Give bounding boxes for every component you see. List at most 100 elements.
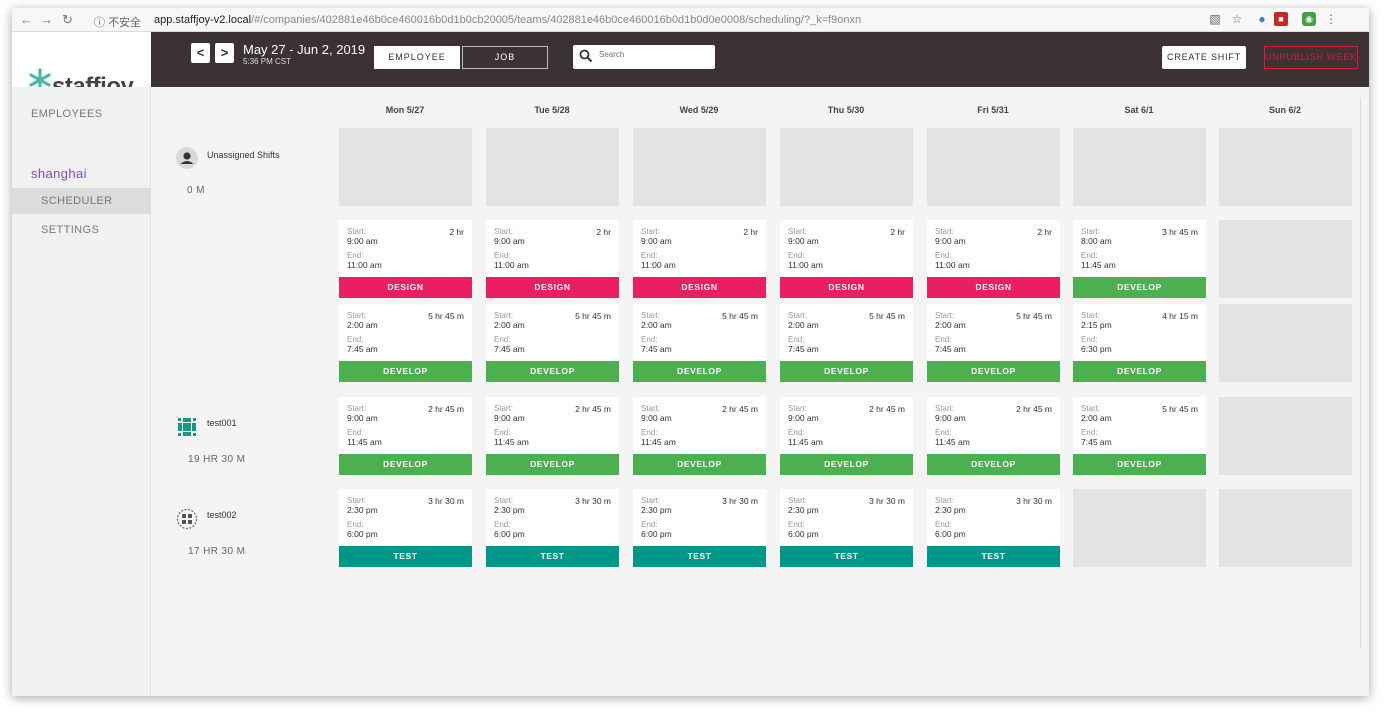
unpublish-week-button[interactable]: UNPUBLISH WEEK	[1264, 46, 1358, 69]
address-bar[interactable]: app.staffjoy-v2.local/#/companies/402881…	[154, 14, 861, 26]
shift-card[interactable]: Start: 9:00 am 2 hr 45 m End: 11:45 am DEVELO…	[633, 397, 766, 475]
sidebar-team-name[interactable]: shanghai	[12, 166, 151, 181]
start-time: 9:00 am	[347, 413, 378, 423]
shift-card[interactable]: Start: 2:00 am 5 hr 45 m End: 7:45 am DEVELOP	[927, 304, 1060, 382]
job-label: DEVELOP	[339, 361, 472, 382]
start-time: 2:00 am	[1081, 413, 1112, 423]
shift-card[interactable]: Start: 9:00 am 2 hr End: 11:00 am DESIGN	[780, 220, 913, 298]
sidebar-item-employees[interactable]: EMPLOYEES	[12, 108, 151, 120]
end-time: 7:45 am	[1081, 437, 1112, 447]
previous-week-button[interactable]: <	[191, 43, 210, 63]
logo-area[interactable]: staffjoy	[12, 32, 151, 100]
shift-card[interactable]: Start: 9:00 am 2 hr 45 m End: 11:45 am DEVELO…	[780, 397, 913, 475]
security-indicator[interactable]: ⓘ 不安全	[94, 14, 141, 30]
end-label: End:	[935, 428, 952, 437]
end-time: 6:00 pm	[788, 529, 819, 539]
shift-card[interactable]: Start: 2:30 pm 3 hr 30 m End: 6:00 pm TEST	[486, 489, 619, 567]
end-label: End:	[788, 428, 805, 437]
start-time: 8:00 am	[1081, 236, 1112, 246]
sidebar-item-scheduler[interactable]: SCHEDULER	[12, 188, 151, 214]
back-icon[interactable]: ←	[20, 12, 33, 27]
shift-card[interactable]: Start: 2:30 pm 3 hr 30 m End: 6:00 pm TEST	[633, 489, 766, 567]
job-label: DEVELOP	[339, 454, 472, 475]
start-time: 2:00 am	[347, 320, 378, 330]
shift-duration: 3 hr 30 m	[575, 496, 611, 506]
end-label: End:	[347, 520, 364, 529]
search-input[interactable]	[599, 50, 709, 59]
end-label: End:	[935, 520, 952, 529]
identicon-avatar	[176, 508, 198, 530]
shift-card[interactable]: Start: 2:30 pm 3 hr 30 m End: 6:00 pm TEST	[927, 489, 1060, 567]
reload-icon[interactable]: ↻	[62, 12, 73, 28]
extension-icon[interactable]: ◉	[1302, 12, 1316, 26]
end-label: End:	[494, 428, 511, 437]
translate-icon[interactable]: ▧	[1208, 12, 1222, 26]
shift-card[interactable]: Start: 9:00 am 2 hr End: 11:00 am DESIGN	[486, 220, 619, 298]
start-label: Start:	[935, 227, 955, 236]
start-time: 9:00 am	[347, 236, 378, 246]
end-label: End:	[347, 335, 364, 344]
start-label: Start:	[347, 404, 367, 413]
shift-card[interactable]: Start: 2:15 pm 4 hr 15 m End: 6:30 pm DEVELOP	[1073, 304, 1206, 382]
empty-shift-slot[interactable]	[1219, 489, 1352, 567]
empty-shift-slot[interactable]	[1219, 304, 1352, 382]
empty-shift-slot[interactable]	[339, 128, 472, 206]
menu-icon[interactable]: ⋮	[1324, 12, 1338, 26]
shift-card[interactable]: Start: 9:00 am 2 hr End: 11:00 am DESIGN	[339, 220, 472, 298]
shift-card[interactable]: Start: 2:00 am 5 hr 45 m End: 7:45 am DEVELOP	[339, 304, 472, 382]
shift-duration: 3 hr 30 m	[869, 496, 905, 506]
view-job-toggle[interactable]: JOB	[462, 46, 548, 69]
shift-duration: 3 hr 30 m	[1016, 496, 1052, 506]
start-time: 9:00 am	[641, 236, 672, 246]
empty-shift-slot[interactable]	[1073, 128, 1206, 206]
shift-card[interactable]: Start: 9:00 am 2 hr End: 11:00 am DESIGN	[927, 220, 1060, 298]
extension-icon[interactable]: ■	[1274, 12, 1288, 26]
empty-shift-slot[interactable]	[927, 128, 1060, 206]
bookmark-star-icon[interactable]: ☆	[1230, 12, 1244, 26]
shift-card[interactable]: Start: 2:00 am 5 hr 45 m End: 7:45 am DEVELOP	[633, 304, 766, 382]
shift-card[interactable]: Start: 2:00 am 5 hr 45 m End: 7:45 am DEVELOP	[1073, 397, 1206, 475]
extension-icon[interactable]: ●	[1255, 12, 1269, 26]
employee-hours: 17 HR 30 M	[188, 546, 246, 557]
scrollbar[interactable]	[1360, 98, 1361, 648]
default-avatar-icon	[176, 147, 198, 169]
shift-card[interactable]: Start: 2:30 pm 3 hr 30 m End: 6:00 pm TEST	[339, 489, 472, 567]
url-path: /#/companies/402881e46b0ce460016b0d1b0cb…	[251, 14, 862, 26]
start-time: 2:30 pm	[788, 505, 819, 515]
start-label: Start:	[935, 496, 955, 505]
search-box[interactable]	[573, 45, 715, 69]
end-time: 6:00 pm	[347, 529, 378, 539]
employee-hours: 19 HR 30 M	[188, 454, 246, 465]
job-label: DESIGN	[927, 277, 1060, 298]
shift-card[interactable]: Start: 9:00 am 2 hr 45 m End: 11:45 am DEVELO…	[927, 397, 1060, 475]
empty-shift-slot[interactable]	[486, 128, 619, 206]
start-label: Start:	[641, 496, 661, 505]
shift-duration: 4 hr 15 m	[1162, 311, 1198, 321]
empty-shift-slot[interactable]	[1219, 128, 1352, 206]
next-week-button[interactable]: >	[215, 43, 234, 63]
empty-shift-slot[interactable]	[1219, 397, 1352, 475]
shift-card[interactable]: Start: 8:00 am 3 hr 45 m End: 11:45 am DEVELO…	[1073, 220, 1206, 298]
start-label: Start:	[788, 404, 808, 413]
empty-shift-slot[interactable]	[1219, 220, 1352, 298]
shift-card[interactable]: Start: 9:00 am 2 hr 45 m End: 11:45 am DEVELO…	[486, 397, 619, 475]
day-header: Sun 6/2	[1268, 105, 1301, 115]
shift-card[interactable]: Start: 2:00 am 5 hr 45 m End: 7:45 am DEVELOP	[486, 304, 619, 382]
empty-shift-slot[interactable]	[780, 128, 913, 206]
shift-card[interactable]: Start: 9:00 am 2 hr 45 m End: 11:45 am DEVELO…	[339, 397, 472, 475]
start-time: 2:00 am	[935, 320, 966, 330]
end-label: End:	[347, 428, 364, 437]
empty-shift-slot[interactable]	[633, 128, 766, 206]
create-shift-button[interactable]: CREATE SHIFT	[1162, 46, 1246, 69]
end-label: End:	[641, 335, 658, 344]
end-label: End:	[641, 251, 658, 260]
empty-shift-slot[interactable]	[1073, 489, 1206, 567]
shift-card[interactable]: Start: 9:00 am 2 hr End: 11:00 am DESIGN	[633, 220, 766, 298]
sidebar-item-settings[interactable]: SETTINGS	[12, 224, 151, 236]
forward-icon[interactable]: →	[40, 12, 53, 27]
shift-card[interactable]: Start: 2:00 am 5 hr 45 m End: 7:45 am DEVELOP	[780, 304, 913, 382]
view-employee-toggle[interactable]: EMPLOYEE	[374, 46, 460, 69]
end-label: End:	[1081, 335, 1098, 344]
job-label: DEVELOP	[780, 361, 913, 382]
shift-card[interactable]: Start: 2:30 pm 3 hr 30 m End: 6:00 pm TEST	[780, 489, 913, 567]
